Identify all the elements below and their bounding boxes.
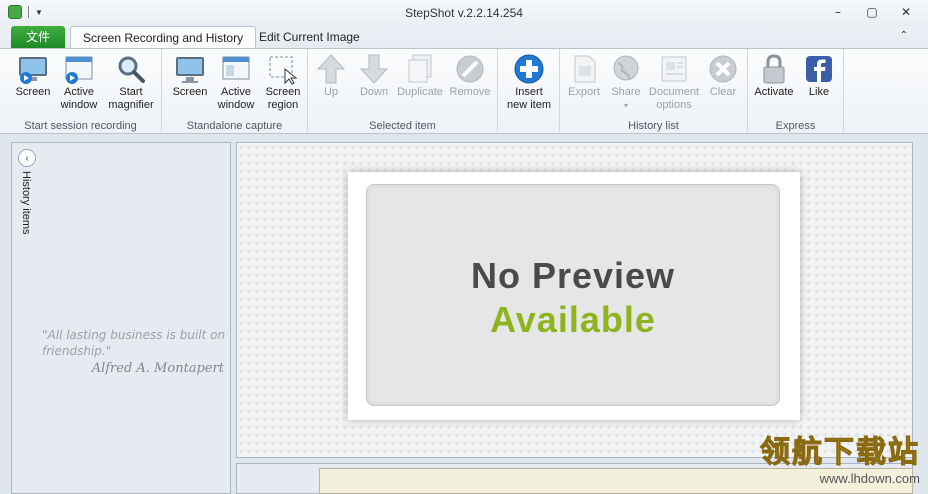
close-button[interactable]: ✕ — [898, 4, 914, 20]
group-history-list: Export Share ▾ Document options Clear His… — [560, 49, 748, 134]
minimize-button[interactable]: – — [830, 4, 846, 20]
monitor-icon — [174, 53, 206, 85]
group-selected-item: Up Down Duplicate Remove Selected item — [308, 49, 498, 134]
clear-button[interactable]: Clear — [699, 53, 747, 99]
group-insert: Insert new item — [498, 49, 560, 134]
watermark-cn-text: 领航下载站 — [760, 435, 920, 471]
history-panel: ‹ History items "All lasting business is… — [11, 142, 231, 494]
monitor-record-icon — [17, 53, 49, 85]
share-button[interactable]: Share ▾ — [602, 53, 650, 112]
export-button[interactable]: Export — [560, 53, 608, 99]
capture-active-window-button[interactable]: Active window — [212, 53, 260, 112]
group-label: Selected item — [369, 120, 436, 132]
group-start-session-recording: Screen Active window Start magnifier Sta… — [0, 49, 162, 134]
start-magnifier-button[interactable]: Start magnifier — [107, 53, 155, 112]
quote-author: Alfred A. Montapert — [91, 361, 224, 376]
clear-icon — [707, 53, 739, 85]
file-tab[interactable]: 文件 — [11, 26, 65, 48]
no-preview-placeholder: No Preview Available — [366, 184, 780, 406]
facebook-icon — [803, 53, 835, 85]
remove-icon — [454, 53, 486, 85]
group-label: Start session recording — [24, 120, 137, 132]
like-button[interactable]: Like — [795, 53, 843, 99]
capture-screen-button[interactable]: Screen — [166, 53, 214, 99]
available-text: Available — [490, 299, 656, 340]
group-label: Express — [775, 120, 816, 132]
group-standalone-capture: Screen Active window Screen region Stand… — [162, 49, 308, 134]
group-label: Standalone capture — [186, 120, 283, 132]
region-select-icon — [267, 53, 299, 85]
window-controls: – ▢ ✕ — [830, 4, 914, 20]
remove-button[interactable]: Remove — [446, 53, 494, 99]
magnifier-icon — [115, 53, 147, 85]
left-edge — [0, 134, 10, 494]
arrow-down-icon — [358, 53, 390, 85]
title-bar: ▼ StepShot v.2.2.14.254 – ▢ ✕ — [0, 0, 928, 26]
window-icon — [220, 53, 252, 85]
ribbon: Screen Active window Start magnifier Sta… — [0, 48, 928, 134]
tab-screen-recording[interactable]: Screen Recording and History — [70, 26, 257, 48]
move-up-button[interactable]: Up — [307, 53, 355, 99]
activate-button[interactable]: Activate — [750, 53, 798, 99]
quote-text: "All lasting business is built on friend… — [42, 328, 226, 358]
window-record-icon — [63, 53, 95, 85]
watermark-url: www.lhdown.com — [819, 471, 920, 486]
record-screen-button[interactable]: Screen — [9, 53, 57, 99]
arrow-up-icon — [315, 53, 347, 85]
duplicate-icon — [404, 53, 436, 85]
insert-new-item-button[interactable]: Insert new item — [505, 53, 553, 112]
duplicate-button[interactable]: Duplicate — [396, 53, 444, 99]
export-icon — [568, 53, 600, 85]
document-options-icon — [658, 53, 690, 85]
record-active-window-button[interactable]: Active window — [55, 53, 103, 112]
collapse-history-button[interactable]: ‹ — [18, 149, 36, 167]
no-preview-text: No Preview — [470, 255, 676, 296]
capture-screen-region-button[interactable]: Screen region — [259, 53, 307, 112]
lock-icon — [758, 53, 790, 85]
group-label: History list — [628, 120, 679, 132]
document-options-button[interactable]: Document options — [649, 53, 699, 112]
watermark: 领航下载站 www.lhdown.com — [760, 427, 921, 487]
move-down-button[interactable]: Down — [350, 53, 398, 99]
group-express: Activate Like Express — [748, 49, 844, 134]
globe-share-icon — [610, 53, 642, 85]
window-title: StepShot v.2.2.14.254 — [405, 6, 523, 20]
ribbon-tab-row: 文件 Screen Recording and History Edit Cur… — [0, 26, 928, 48]
collapse-ribbon-icon[interactable]: ⌃ — [900, 30, 908, 41]
preview-card: No Preview Available — [348, 172, 800, 420]
tab-edit-current-image[interactable]: Edit Current Image — [247, 26, 372, 48]
restore-button[interactable]: ▢ — [864, 4, 880, 20]
plus-circle-icon — [513, 53, 545, 85]
preview-area: No Preview Available — [236, 142, 913, 458]
history-items-label[interactable]: History items — [20, 171, 32, 235]
